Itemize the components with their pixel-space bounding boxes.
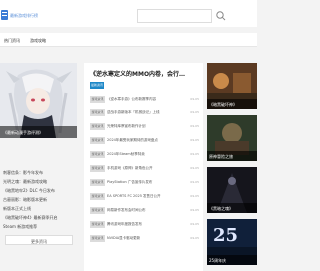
category-tag-label: 游戏资讯 [91, 97, 104, 101]
table-row[interactable]: 游戏资讯 逆战手游新版本「机械战记」上线 09-05 [90, 109, 203, 119]
category-tag[interactable]: 游戏资讯 [90, 221, 105, 228]
more-news-label: 更多资讯 [31, 239, 47, 244]
category-tag-label: 游戏资讯 [91, 138, 104, 142]
list-item[interactable]: 光明之魂：最新游戏攻略 [3, 179, 47, 185]
thumbnail-caption-bar: 25周年庆 [207, 255, 257, 265]
featured-tag[interactable]: 最新资讯 [90, 82, 104, 89]
list-item[interactable]: 新版本正式上线 [3, 206, 31, 212]
news-title[interactable]: 光荣特库摩宣布新作计划 [107, 124, 179, 129]
site-logo-icon[interactable] [1, 10, 8, 20]
news-title[interactable]: 逆战手游新版本「机械战记」上线 [107, 110, 179, 115]
top-bar: 最新游戏排行榜 [0, 0, 257, 27]
thumbnail-caption-bar: 《黑暗之魂》 [207, 203, 257, 213]
news-date: 09-05 [190, 180, 199, 184]
news-date: 09-05 [190, 110, 199, 114]
featured-tag-label: 最新资讯 [90, 83, 103, 87]
hero-carousel[interactable]: 《最新动漫手游评测》 [0, 63, 77, 138]
news-title[interactable]: 2024年最受玩家期待的游戏盘点 [107, 138, 179, 143]
table-row[interactable]: 游戏资讯 手机游戏《原神》新角色公开 09-05 [90, 165, 203, 175]
news-date: 09-05 [190, 97, 199, 101]
category-tag-label: 游戏资讯 [91, 208, 104, 212]
news-title[interactable]: 《逆水寒手游》公布新赛季内容 [107, 97, 179, 102]
news-date: 09-05 [190, 124, 199, 128]
search-icon[interactable] [214, 9, 228, 23]
table-row[interactable]: 游戏资讯 EA SPORTS FC 2025 发售日公开 09-05 [90, 193, 203, 203]
list-item[interactable]: Steam 新游戏推荐 [3, 224, 37, 230]
list-item[interactable]: 刺客信条：影今年发布 [3, 170, 43, 176]
news-title[interactable]: 腾讯游戏年度报告发布 [107, 222, 179, 227]
thumbnail-card[interactable]: 《暗黑破坏神》 [207, 63, 257, 109]
main-nav: 热门资讯 游戏攻略 [0, 33, 257, 47]
news-title[interactable]: 手机游戏《原神》新角色公开 [107, 166, 179, 171]
table-row[interactable]: 游戏资讯 NVIDIA显卡驱动更新 09-05 [90, 235, 203, 245]
category-tag[interactable]: 游戏资讯 [90, 179, 105, 186]
news-date: 09-05 [190, 138, 199, 142]
category-tag-label: 游戏资讯 [91, 194, 104, 198]
category-tag[interactable]: 游戏资讯 [90, 165, 105, 172]
news-date: 09-05 [190, 194, 199, 198]
table-row[interactable]: 游戏资讯 光荣特库摩宣布新作计划 09-05 [90, 123, 203, 133]
category-tag[interactable]: 游戏资讯 [90, 109, 105, 116]
category-tag-label: 游戏资讯 [91, 124, 104, 128]
list-item[interactable]: 《暗黑破坏神4》最新赛季开启 [3, 215, 58, 221]
thumbnail-caption: 《暗黑破坏神》 [209, 102, 237, 107]
category-tag-label: 游戏资讯 [91, 180, 104, 184]
nav-item-hot-news[interactable]: 热门资讯 [4, 38, 20, 44]
category-tag[interactable]: 游戏资讯 [90, 207, 105, 214]
table-row[interactable]: 游戏资讯 2024年Steam秋季特卖 09-05 [90, 151, 203, 161]
nav-item-guides[interactable]: 游戏攻略 [30, 38, 46, 44]
news-title[interactable]: EA SPORTS FC 2025 发售日公开 [107, 194, 179, 199]
thumbnail-card[interactable]: 原神冒险之旅 [207, 115, 257, 161]
thumbnail-card[interactable]: 《黑暗之魂》 [207, 167, 257, 213]
news-title[interactable]: 网易新作发布会时间公布 [107, 208, 179, 213]
table-row[interactable]: 游戏资讯 网易新作发布会时间公布 09-05 [90, 207, 203, 217]
thumbnail-caption: 原神冒险之旅 [209, 154, 233, 159]
more-news-button[interactable]: 更多资讯 [5, 235, 73, 245]
news-title[interactable]: NVIDIA显卡驱动更新 [107, 236, 179, 241]
table-row[interactable]: 游戏资讯 《逆水寒手游》公布新赛季内容 09-05 [90, 96, 203, 106]
thumbnail-caption: 《黑暗之魂》 [209, 206, 233, 211]
featured-headline[interactable]: 《逆水寒定义的MMO内卷，会行… [90, 69, 185, 78]
category-tag-label: 游戏资讯 [91, 166, 104, 170]
news-title[interactable]: PlayStation 广告宣传片发布 [107, 180, 179, 185]
thumbnail-caption-bar: 原神冒险之旅 [207, 151, 257, 161]
news-feed: 《逆水寒定义的MMO内卷，会行… 最新资讯 游戏资讯 《逆水寒手游》公布新赛季内… [84, 63, 203, 271]
list-item[interactable]: 《暗黑地牢2》DLC 今日发布 [3, 188, 55, 194]
list-item[interactable]: 古墓丽影：暗影版本更新 [3, 197, 47, 203]
thumbnail-caption: 25周年庆 [209, 258, 227, 263]
thumbnail-caption-bar: 《暗黑破坏神》 [207, 99, 257, 109]
hero-caption: 《最新动漫手游评测》 [3, 130, 43, 135]
news-date: 09-05 [190, 166, 199, 170]
thumbnail-card[interactable]: 25 25周年庆 [207, 219, 257, 265]
news-date: 09-05 [190, 208, 199, 212]
category-tag[interactable]: 游戏资讯 [90, 137, 105, 144]
category-tag[interactable]: 游戏资讯 [90, 193, 105, 200]
category-tag[interactable]: 游戏资讯 [90, 123, 105, 130]
news-date: 09-05 [190, 222, 199, 226]
table-row[interactable]: 游戏资讯 腾讯游戏年度报告发布 09-05 [90, 221, 203, 231]
anniversary-number: 25 [213, 225, 239, 246]
table-row[interactable]: 游戏资讯 2024年最受玩家期待的游戏盘点 09-05 [90, 137, 203, 147]
category-tag-label: 游戏资讯 [91, 236, 104, 240]
search-input[interactable] [137, 9, 212, 23]
table-row[interactable]: 游戏资讯 PlayStation 广告宣传片发布 09-05 [90, 179, 203, 189]
right-thumbnails: 《暗黑破坏神》 原神冒险之旅 《黑暗之魂》 25 25周年庆 [207, 63, 257, 271]
news-date: 09-05 [190, 152, 199, 156]
category-tag[interactable]: 游戏资讯 [90, 96, 105, 103]
news-title[interactable]: 2024年Steam秋季特卖 [107, 152, 179, 157]
category-tag[interactable]: 游戏资讯 [90, 235, 105, 242]
category-tag-label: 游戏资讯 [91, 110, 104, 114]
news-date: 09-05 [190, 236, 199, 240]
site-logo-text[interactable]: 最新游戏排行榜 [10, 13, 38, 19]
category-tag-label: 游戏资讯 [91, 152, 104, 156]
hero-caption-bar: 《最新动漫手游评测》 [0, 126, 77, 138]
category-tag-label: 游戏资讯 [91, 222, 104, 226]
category-tag[interactable]: 游戏资讯 [90, 151, 105, 158]
